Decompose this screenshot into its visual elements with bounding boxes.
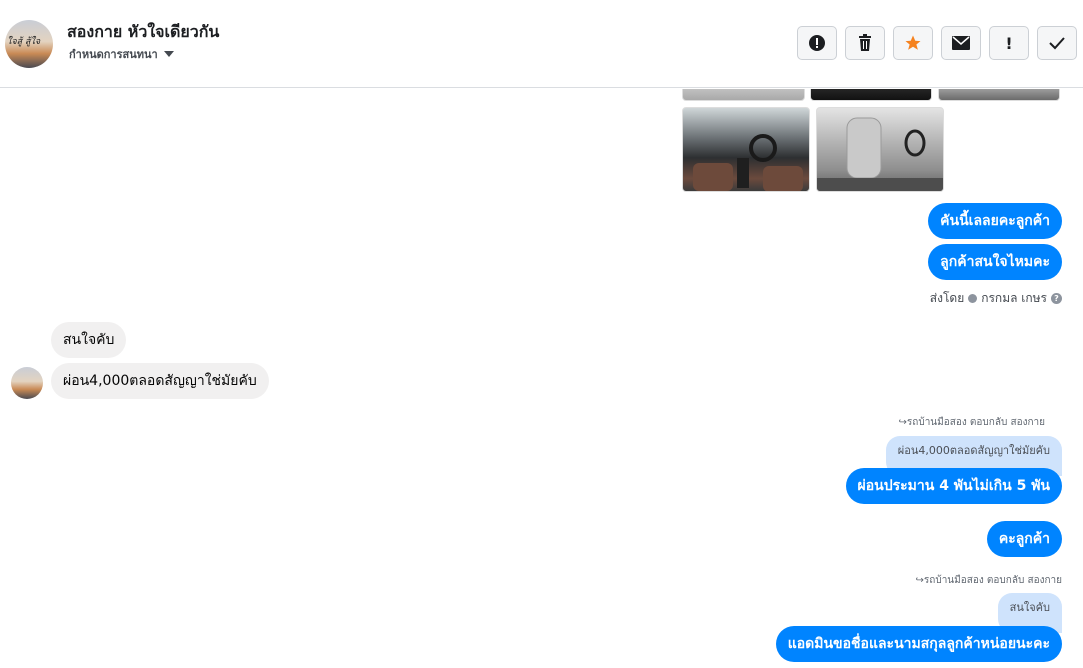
mail-button[interactable] [941, 26, 981, 60]
toolbar: ! [797, 26, 1077, 60]
check-icon [1049, 37, 1065, 50]
trash-icon [859, 34, 871, 51]
page-title[interactable]: สองกาย หัวใจเดียวกัน [67, 20, 219, 45]
car-interior-illustration [817, 117, 943, 191]
message-bubble-outgoing[interactable]: ผ่อนประมาน 4 พันไม่เกิน 5 พัน [845, 468, 1062, 504]
car-interior-photo[interactable] [682, 107, 810, 192]
conversation-menu-label: กำหนดการสนทนา [69, 48, 158, 61]
message-thread: คันนี้เลลยคะลูกค้า ลูกค้าสนใจไหมคะ ส่งโด… [0, 89, 1083, 668]
mark-done-button[interactable] [1037, 26, 1077, 60]
car-photo[interactable] [682, 89, 805, 101]
message-bubble-outgoing[interactable]: คะลูกค้า [986, 521, 1062, 557]
message-bubble-incoming[interactable]: ผ่อน4,000ตลอดสัญญาใช่มัยคับ [51, 363, 269, 399]
message-bubble-outgoing[interactable]: คันนี้เลลยคะลูกค้า [928, 203, 1062, 239]
avatar-signature: ใจสู้ สู้ใจ [7, 37, 41, 47]
reply-arrow-icon: ↪ [898, 417, 907, 428]
sender-avatar[interactable] [11, 367, 43, 399]
message-bubble-outgoing[interactable]: แอดมินขอชื่อและนามสกุลลูกค้าหน่อยนะคะ [775, 626, 1062, 662]
reply-note: ↪รถบ้านมือสอง ตอบกลับ สองกาย [898, 417, 1045, 428]
message-bubble-outgoing[interactable]: ลูกค้าสนใจไหมคะ [928, 244, 1062, 280]
sent-by-info: ส่งโดย กรกมล เกษร ? [930, 289, 1062, 308]
star-button[interactable] [893, 26, 933, 60]
car-photo[interactable] [810, 89, 932, 101]
exclamation-icon: ! [1005, 33, 1013, 53]
car-photo[interactable] [938, 89, 1060, 101]
reply-note: ↪รถบ้านมือสอง ตอบกลับ สองกาย [915, 575, 1062, 586]
report-button[interactable] [797, 26, 837, 60]
reply-arrow-icon: ↪ [915, 575, 924, 586]
sent-by-label: ส่งโดย [929, 291, 965, 305]
report-icon [809, 35, 825, 51]
sent-by-name[interactable]: กรกมล เกษร [981, 289, 1047, 308]
car-interior-illustration [693, 134, 803, 191]
caret-down-icon [163, 51, 174, 57]
delete-button[interactable] [845, 26, 885, 60]
conversation-menu[interactable]: กำหนดการสนทนา [69, 45, 174, 63]
conversation-header: ใจสู้ สู้ใจ สองกาย หัวใจเดียวกัน กำหนดกา… [0, 0, 1083, 88]
avatar[interactable]: ใจสู้ สู้ใจ [5, 20, 53, 68]
help-icon[interactable]: ? [1051, 293, 1062, 304]
star-icon [905, 35, 921, 50]
car-interior-photo[interactable] [816, 107, 944, 192]
verified-icon [968, 294, 978, 303]
message-bubble-incoming[interactable]: สนใจคับ [51, 322, 127, 358]
mail-icon [952, 36, 970, 50]
mark-important-button[interactable]: ! [989, 26, 1029, 60]
